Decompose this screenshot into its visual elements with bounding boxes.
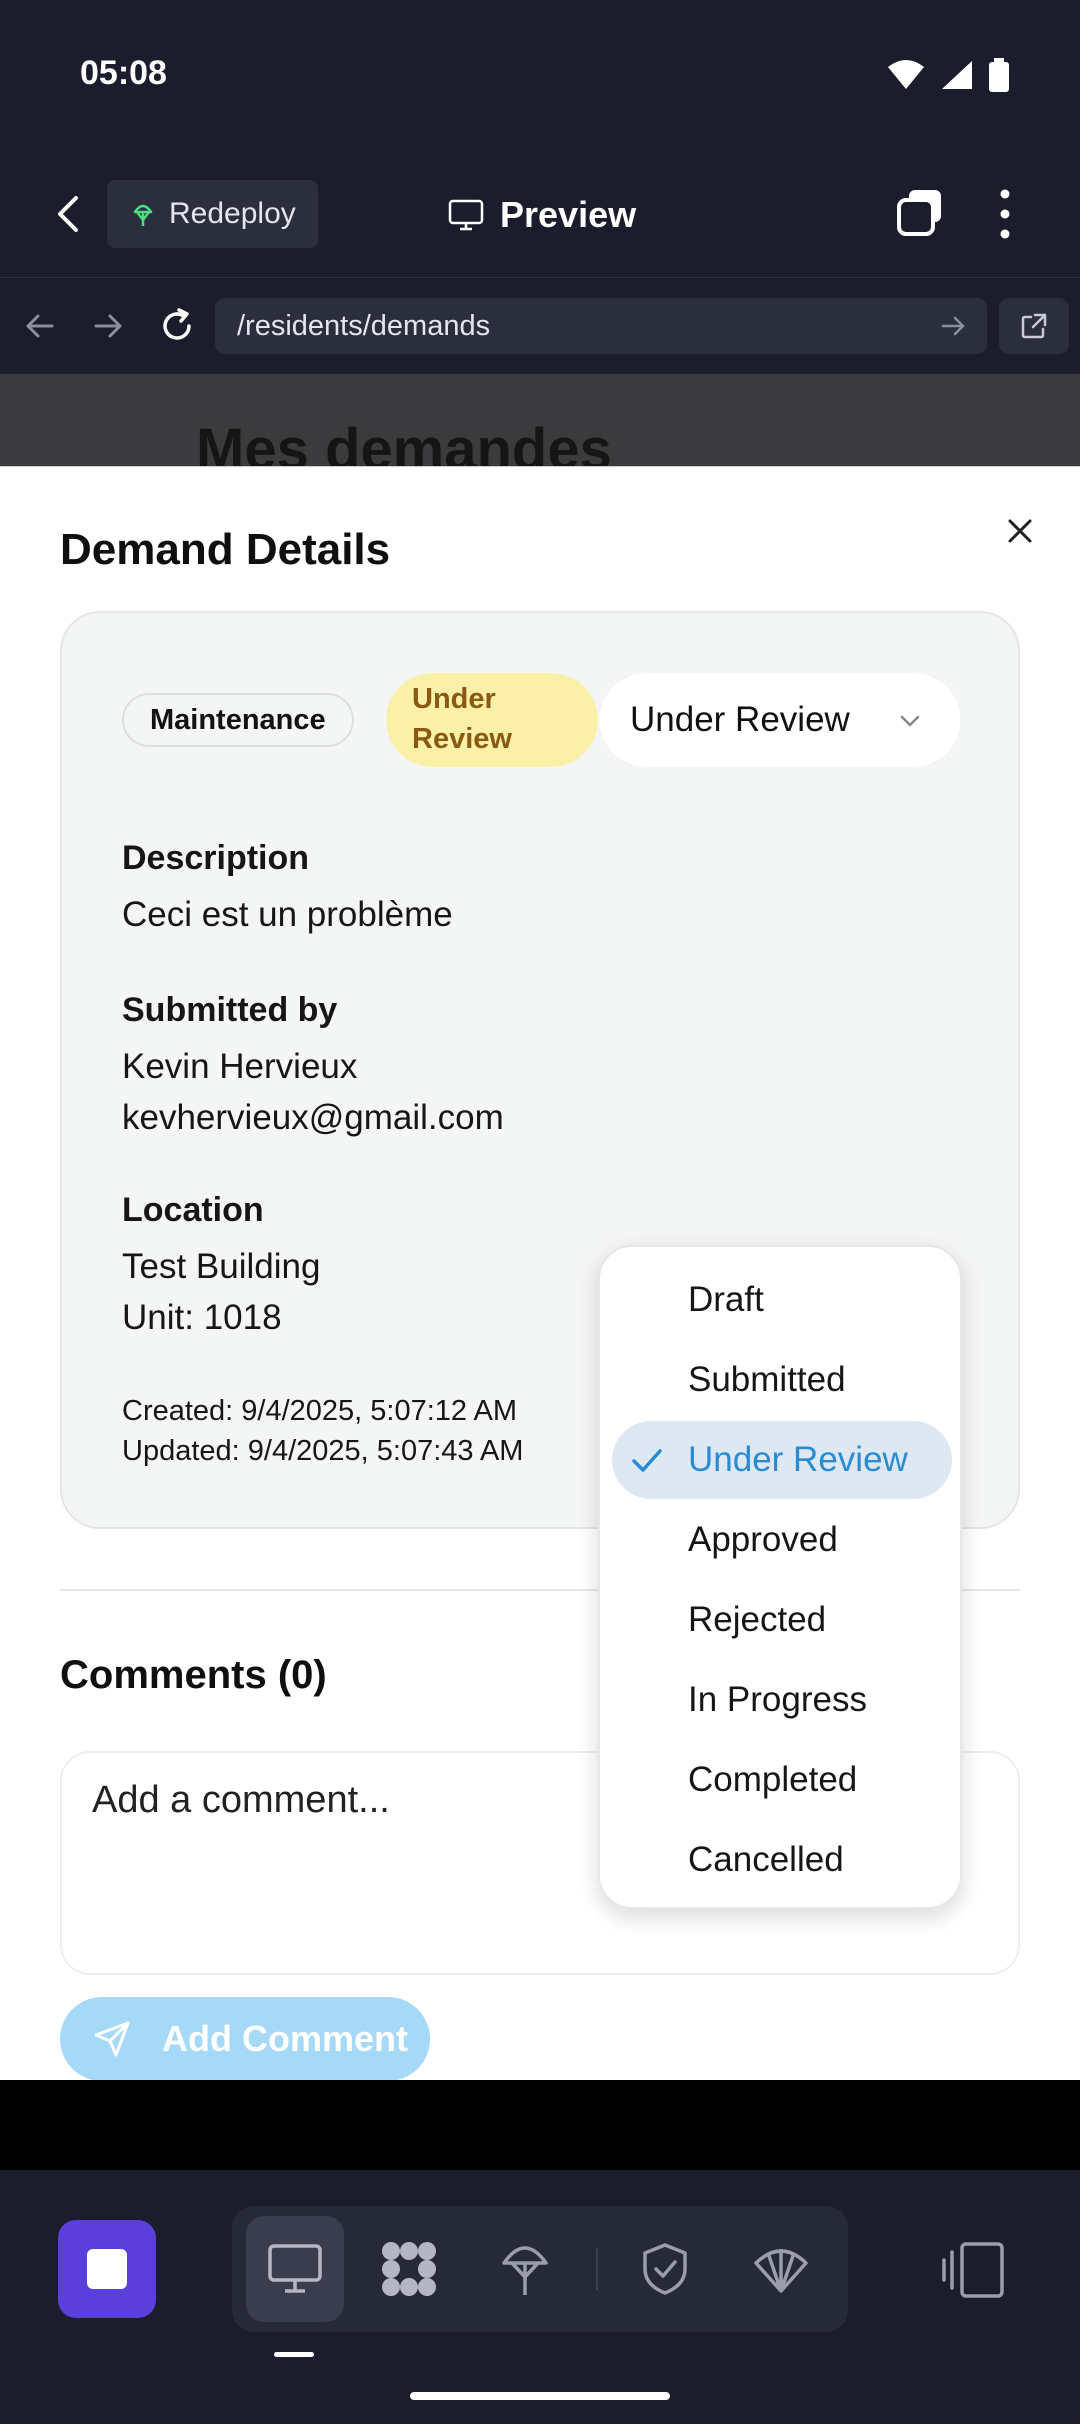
description-label: Description [122, 839, 310, 877]
deploy-icon [502, 2246, 548, 2295]
arrow-left-icon[interactable] [18, 304, 62, 348]
status-time: 05:08 [80, 54, 167, 92]
status-select-value: Under Review [630, 700, 850, 739]
comment-placeholder: Add a comment... [92, 1779, 390, 1821]
status-option-submitted[interactable]: Submitted [600, 1341, 960, 1419]
status-option-under-review[interactable]: Under Review [612, 1421, 952, 1499]
demand-details-modal: Demand Details Maintenance Under Review … [0, 466, 1080, 2080]
wifi-icon [888, 60, 924, 89]
status-option-in-progress[interactable]: In Progress [600, 1661, 960, 1739]
status-option-rejected[interactable]: Rejected [600, 1581, 960, 1659]
preview-tool-button[interactable] [246, 2216, 344, 2322]
external-link-icon [1021, 313, 1047, 339]
system-gap [0, 2080, 1080, 2170]
close-icon[interactable] [1000, 511, 1040, 551]
shell-tool-button[interactable] [732, 2216, 830, 2322]
grid-dots-icon [382, 2242, 436, 2296]
submitter-name: Kevin Hervieux [122, 1047, 358, 1086]
preview-title: Preview [448, 194, 636, 236]
shield-check-icon [643, 2243, 687, 2295]
monitor-icon [448, 199, 484, 231]
deploy-tool-button[interactable] [476, 2216, 574, 2322]
preview-title-text: Preview [500, 194, 637, 235]
location-label: Location [122, 1191, 264, 1229]
deploy-icon [133, 204, 153, 226]
tabs-icon[interactable] [895, 188, 945, 238]
home-indicator[interactable] [410, 2392, 670, 2400]
status-select[interactable]: Under Review [600, 673, 960, 767]
status-option-label: Approved [688, 1520, 838, 1559]
more-vertical-icon[interactable] [990, 186, 1020, 242]
background-page-heading: Mes demandes [196, 417, 612, 466]
browser-bar: /residents/demands [0, 278, 1080, 374]
back-arrow-icon[interactable] [48, 190, 88, 238]
reload-icon[interactable] [155, 304, 199, 348]
redeploy-label: Redeploy [169, 197, 296, 230]
web-content-overlay: Mes demandes [0, 374, 1080, 466]
status-option-label: Under Review [688, 1440, 908, 1479]
url-field[interactable]: /residents/demands [215, 298, 987, 354]
status-badge-line2: Review [412, 723, 512, 755]
location-unit: Unit: 1018 [122, 1298, 282, 1337]
active-tab-indicator [274, 2352, 314, 2357]
add-comment-button[interactable]: Add Comment [60, 1997, 430, 2080]
open-external-button[interactable] [999, 298, 1069, 354]
battery-icon [989, 58, 1009, 92]
status-icons [886, 58, 1010, 92]
go-arrow-icon[interactable] [937, 310, 969, 342]
description-value: Ceci est un problème [122, 895, 453, 934]
modal-title: Demand Details [60, 525, 391, 574]
submitted-by-label: Submitted by [122, 991, 338, 1029]
status-option-completed[interactable]: Completed [600, 1741, 960, 1819]
app-header: Redeploy Preview [0, 150, 1080, 278]
category-badge: Maintenance [122, 693, 354, 747]
tool-group [232, 2206, 848, 2332]
signal-icon [942, 61, 972, 89]
security-tool-button[interactable] [616, 2216, 714, 2322]
status-dropdown: Draft Submitted Under Review Approved Re… [598, 1245, 962, 1909]
device-icon[interactable] [940, 2240, 1006, 2300]
bottom-toolbar [0, 2170, 1080, 2424]
status-option-label: In Progress [688, 1680, 867, 1719]
created-timestamp: Created: 9/4/2025, 5:07:12 AM [122, 1395, 517, 1427]
grid-tool-button[interactable] [360, 2216, 458, 2322]
shell-icon [754, 2249, 808, 2293]
status-option-label: Rejected [688, 1600, 827, 1639]
status-option-label: Draft [688, 1280, 764, 1319]
status-badge: Under Review [386, 673, 598, 767]
add-comment-label: Add Comment [162, 2018, 408, 2059]
comments-title: Comments (0) [60, 1653, 327, 1697]
status-option-approved[interactable]: Approved [600, 1501, 960, 1579]
url-text: /residents/demands [237, 310, 491, 342]
submitter-email: kevhervieux@gmail.com [122, 1098, 504, 1137]
arrow-right-icon[interactable] [86, 304, 130, 348]
redeploy-button[interactable]: Redeploy [107, 180, 318, 248]
updated-timestamp: Updated: 9/4/2025, 5:07:43 AM [122, 1435, 524, 1467]
monitor-icon [268, 2244, 322, 2293]
check-icon [632, 1449, 662, 1472]
status-option-label: Completed [688, 1760, 858, 1799]
status-option-draft[interactable]: Draft [600, 1261, 960, 1339]
location-building: Test Building [122, 1247, 321, 1286]
status-option-label: Submitted [688, 1360, 846, 1399]
send-icon [94, 2021, 130, 2057]
chevron-down-icon [900, 715, 920, 727]
status-option-cancelled[interactable]: Cancelled [600, 1821, 960, 1899]
status-badge-line1: Under [412, 683, 496, 715]
stop-button[interactable] [58, 2220, 156, 2318]
status-option-label: Cancelled [688, 1840, 844, 1879]
status-bar: 05:08 [0, 0, 1080, 150]
stop-icon [87, 2249, 127, 2289]
toolbar-divider [596, 2248, 598, 2290]
